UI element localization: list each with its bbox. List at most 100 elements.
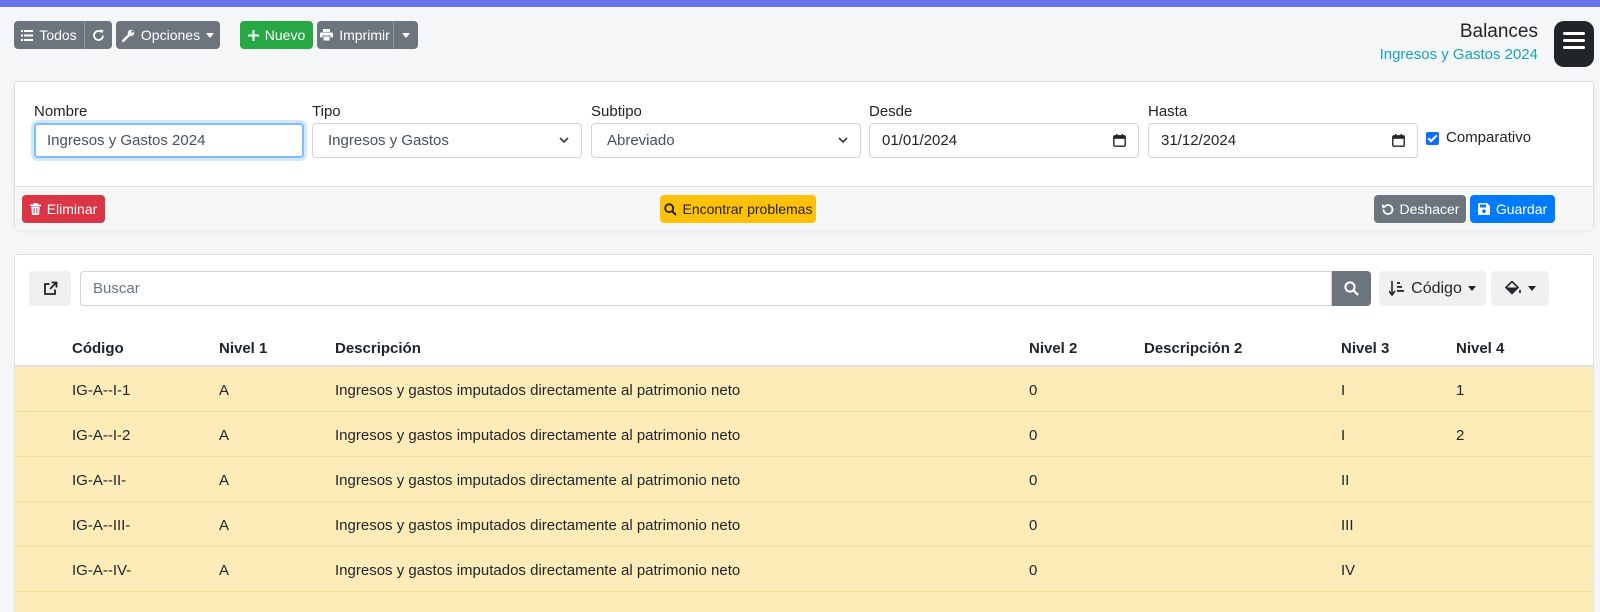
open-external-button[interactable]: [29, 271, 71, 306]
printer-icon: [320, 29, 334, 41]
page-subtitle: Ingresos y Gastos 2024: [1379, 46, 1538, 63]
table-row[interactable]: IG-A--II- A Ingresos y gastos imputados …: [15, 457, 1593, 502]
column-header-codigo[interactable]: Código: [72, 340, 124, 357]
cell-descripcion: Ingresos y gastos imputados directamente…: [335, 427, 741, 444]
cell-codigo: IG-A--II-: [72, 472, 127, 489]
search-placeholder: Buscar: [93, 280, 140, 297]
hasta-date-field[interactable]: 31/12/2024: [1148, 123, 1418, 158]
hamburger-menu-icon: [1563, 32, 1585, 52]
menu-button[interactable]: [1554, 21, 1594, 67]
nombre-value: Ingresos y Gastos 2024: [47, 132, 206, 149]
wrench-icon: [121, 29, 135, 42]
plus-icon: [247, 29, 259, 41]
nombre-label: Nombre: [34, 103, 88, 120]
chevron-down-icon: [402, 32, 410, 38]
todos-label: Todos: [39, 27, 77, 43]
guardar-button[interactable]: Guardar: [1470, 195, 1555, 223]
table-row-partial[interactable]: [15, 592, 1593, 612]
guardar-label: Guardar: [1495, 201, 1548, 217]
cell-nivel-1: A: [219, 382, 230, 399]
top-accent-bar: [0, 0, 1600, 7]
cell-nivel-1: A: [219, 427, 230, 444]
table-row[interactable]: IG-A--I-2 A Ingresos y gastos imputados …: [15, 412, 1593, 457]
refresh-button[interactable]: [84, 21, 112, 49]
balance-form-card: Nombre Ingresos y Gastos 2024 Tipo Ingre…: [14, 81, 1594, 230]
todos-button[interactable]: Todos: [14, 21, 84, 49]
sort-icon: [1389, 281, 1405, 296]
column-header-nivel-3[interactable]: Nivel 3: [1341, 340, 1389, 357]
tipo-value: Ingresos y Gastos: [328, 132, 449, 149]
cell-codigo: IG-A--IV-: [72, 562, 132, 579]
column-header-descripcion-2[interactable]: Descripción 2: [1144, 340, 1242, 357]
desde-date-field[interactable]: 01/01/2024: [869, 123, 1139, 158]
opciones-button[interactable]: Opciones: [116, 21, 220, 49]
save-icon: [1477, 203, 1490, 215]
cell-nivel-1: A: [219, 562, 230, 579]
cell-nivel-3: I: [1341, 382, 1346, 399]
cell-nivel-2: 0: [1029, 382, 1038, 399]
table-row[interactable]: IG-A--I-1 A Ingresos y gastos imputados …: [15, 367, 1593, 412]
cell-codigo: IG-A--I-1: [72, 382, 131, 399]
column-header-descripcion[interactable]: Descripción: [335, 340, 421, 357]
subtipo-select[interactable]: Abreviado: [591, 123, 861, 158]
comparativo-label: Comparativo: [1446, 129, 1532, 146]
hasta-label: Hasta: [1148, 103, 1188, 120]
sort-dropdown-button[interactable]: Código: [1379, 271, 1486, 306]
cell-nivel-4: 2: [1456, 427, 1465, 444]
imprimir-button[interactable]: Imprimir: [317, 21, 393, 49]
search-icon: [663, 202, 677, 216]
cell-nivel-4: 1: [1456, 382, 1465, 399]
hasta-value: 31/12/2024: [1161, 132, 1237, 149]
imprimir-dropdown-toggle[interactable]: [393, 21, 418, 49]
chevron-down-icon: [206, 32, 215, 38]
comparativo-checkbox[interactable]: [1426, 132, 1439, 145]
chevron-down-icon: [1527, 286, 1536, 291]
column-header-nivel-4[interactable]: Nivel 4: [1456, 340, 1504, 357]
cell-nivel-2: 0: [1029, 562, 1038, 579]
cell-nivel-1: A: [219, 472, 230, 489]
table-row[interactable]: IG-A--IV- A Ingresos y gastos imputados …: [15, 547, 1593, 592]
deshacer-button[interactable]: Deshacer: [1374, 195, 1466, 223]
cell-nivel-3: II: [1341, 472, 1350, 489]
chevron-down-icon: [1467, 286, 1476, 291]
cell-descripcion: Ingresos y gastos imputados directamente…: [335, 562, 741, 579]
list-card: Buscar Código Código Nivel 1 Descripción…: [14, 254, 1594, 612]
column-header-nivel-2[interactable]: Nivel 2: [1029, 340, 1077, 357]
column-header-nivel-1[interactable]: Nivel 1: [219, 340, 267, 357]
opciones-label: Opciones: [140, 27, 201, 43]
cell-nivel-2: 0: [1029, 517, 1038, 534]
cell-descripcion: Ingresos y gastos imputados directamente…: [335, 472, 741, 489]
cell-nivel-1: A: [219, 517, 230, 534]
form-actions-footer: Eliminar Encontrar problemas Deshacer Gu…: [15, 186, 1593, 230]
calendar-icon[interactable]: [1113, 134, 1126, 147]
cell-nivel-2: 0: [1029, 472, 1038, 489]
list-icon: [21, 29, 34, 41]
search-icon: [1344, 281, 1359, 296]
cell-codigo: IG-A--III-: [72, 517, 131, 534]
nuevo-button[interactable]: Nuevo: [240, 21, 313, 49]
encontrar-problemas-button[interactable]: Encontrar problemas: [660, 195, 816, 223]
subtipo-value: Abreviado: [607, 132, 675, 149]
trash-icon: [29, 203, 41, 215]
deshacer-label: Deshacer: [1399, 201, 1460, 217]
nombre-field[interactable]: Ingresos y Gastos 2024: [34, 123, 304, 158]
cell-nivel-3: IV: [1341, 562, 1356, 579]
cell-nivel-3: I: [1341, 427, 1346, 444]
color-dropdown-button[interactable]: [1491, 271, 1549, 306]
refresh-icon: [92, 29, 105, 42]
imprimir-label: Imprimir: [339, 27, 390, 43]
search-button[interactable]: [1332, 271, 1371, 306]
cell-descripcion: Ingresos y gastos imputados directamente…: [335, 517, 741, 534]
tipo-select[interactable]: Ingresos y Gastos: [312, 123, 582, 158]
search-input[interactable]: Buscar: [80, 271, 1332, 306]
eliminar-button[interactable]: Eliminar: [22, 195, 105, 223]
table-row[interactable]: IG-A--III- A Ingresos y gastos imputados…: [15, 502, 1593, 547]
cell-codigo: IG-A--I-2: [72, 427, 131, 444]
sort-label: Código: [1411, 279, 1462, 297]
table-header: Código Nivel 1 Descripción Nivel 2 Descr…: [15, 325, 1593, 367]
cell-nivel-2: 0: [1029, 427, 1038, 444]
nuevo-label: Nuevo: [264, 27, 306, 43]
undo-icon: [1381, 203, 1394, 216]
cell-nivel-3: III: [1341, 517, 1354, 534]
calendar-icon[interactable]: [1392, 134, 1405, 147]
